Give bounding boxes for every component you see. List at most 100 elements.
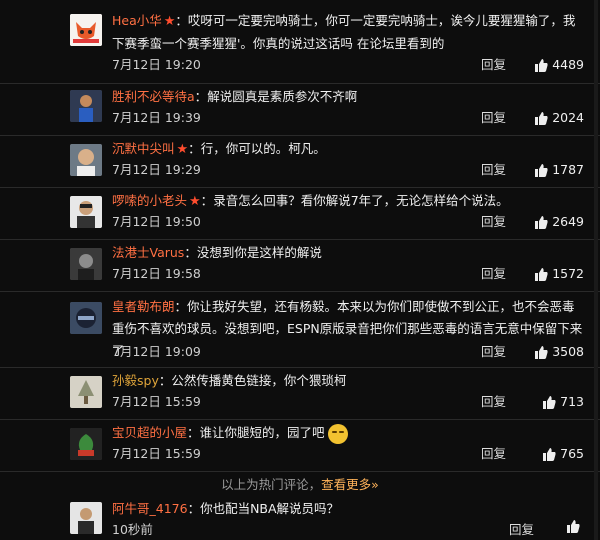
username-link[interactable]: 啰嗦的小老头 (112, 193, 187, 208)
comment-item: 宝贝超的小屋：谁让你腿短的，园了吧 7月12日 15:59 回复 765 (0, 420, 600, 472)
comment-meta: 7月12日 19:09 回复 3508 (112, 342, 584, 362)
comment-content: 胜利不必等待a：解说圆真是素质参次不齐啊 (112, 89, 358, 104)
comment-content: 法港士Varus：没想到你是这样的解说 (112, 245, 322, 260)
comment-meta: 7月12日 19:58 回复 1572 (112, 264, 584, 284)
comment-meta: 7月12日 19:50 回复 2649 (112, 212, 584, 232)
comment-item: 法港士Varus：没想到你是这样的解说 7月12日 19:58 回复 1572 (0, 240, 600, 292)
dark-avatar-icon[interactable] (70, 248, 102, 280)
comment-meta: 7月12日 15:59 回复 765 (112, 444, 584, 464)
like-button[interactable]: 1572 (535, 264, 584, 284)
like-count: 4489 (552, 57, 584, 72)
comment-text: 没想到你是这样的解说 (196, 245, 322, 260)
like-button[interactable]: 765 (543, 444, 584, 464)
comment-text: 谁让你腿短的，园了吧 (199, 425, 325, 440)
thumbs-up-icon (543, 395, 556, 409)
username-link[interactable]: 宝贝超的小屋 (112, 425, 187, 440)
username-link[interactable]: 沉默中尖叫 (112, 141, 175, 156)
reply-button[interactable]: 回复 (481, 55, 506, 75)
reply-button[interactable]: 回复 (481, 212, 506, 232)
comment-item: 孙毅spy：公然传播黄色链接，你个猥琐柯 7月12日 15:59 回复 713 (0, 368, 600, 420)
view-more-link[interactable]: 查看更多» (321, 477, 379, 492)
more-bar-prefix: 以上为热门评论， (221, 477, 322, 492)
like-button[interactable]: 2024 (535, 108, 584, 128)
timestamp: 10秒前 (112, 522, 153, 537)
thumbs-up-icon (535, 58, 548, 72)
like-button[interactable] (567, 520, 584, 533)
thumbs-up-icon (535, 163, 548, 177)
comment-content: 啰嗦的小老头 ★：录音怎么回事？看你解说7年了，无论怎样给个说法。 (112, 193, 509, 209)
man-avatar-icon[interactable] (70, 196, 102, 228)
comment-content: 沉默中尖叫 ★：行，你可以的。柯凡。 (112, 141, 326, 157)
comment-text: 公然传播黄色链接，你个猥琐柯 (171, 373, 347, 388)
helmet-avatar-icon[interactable] (70, 302, 102, 334)
fox-avatar-icon[interactable] (70, 14, 102, 46)
timestamp: 7月12日 19:20 (112, 57, 201, 72)
timestamp: 7月12日 19:58 (112, 266, 201, 281)
thumbs-up-icon (535, 267, 548, 281)
reply-button[interactable]: 回复 (481, 444, 506, 464)
thumbs-up-icon (535, 345, 548, 359)
like-count: 765 (560, 446, 584, 461)
username-link[interactable]: Hea小华 (112, 13, 162, 28)
reply-button[interactable]: 回复 (481, 342, 506, 362)
scrollbar[interactable] (594, 0, 598, 540)
comment-item: 啰嗦的小老头 ★：录音怎么回事？看你解说7年了，无论怎样给个说法。 7月12日 1… (0, 188, 600, 240)
comment-meta: 7月12日 19:39 回复 2024 (112, 108, 584, 128)
comment-content: 宝贝超的小屋：谁让你腿短的，园了吧 (112, 422, 584, 444)
like-button[interactable]: 713 (543, 392, 584, 412)
tree-avatar-icon[interactable] (70, 376, 102, 408)
timestamp: 7月12日 15:59 (112, 394, 201, 409)
username-link[interactable]: 孙毅spy (112, 373, 159, 388)
face-avatar-icon[interactable] (70, 144, 102, 176)
username-link[interactable]: 法港士Varus (112, 245, 184, 260)
reply-button[interactable]: 回复 (509, 520, 534, 540)
like-count: 1572 (552, 266, 584, 281)
timestamp: 7月12日 15:59 (112, 446, 201, 461)
username-link[interactable]: 胜利不必等待a (112, 89, 195, 104)
reply-button[interactable]: 回复 (481, 392, 506, 412)
comment-text: 行，你可以的。柯凡。 (200, 141, 326, 156)
like-count: 713 (560, 394, 584, 409)
comment-item: 沉默中尖叫 ★：行，你可以的。柯凡。 7月12日 19:29 回复 1787 (0, 136, 600, 188)
star-icon: ★ (176, 142, 189, 157)
comment-text: 解说圆真是素质参次不齐啊 (207, 89, 358, 104)
comment-item: 阿牛哥_4176：你也配当NBA解说员吗？ 10秒前 回复 (0, 496, 600, 540)
like-count: 2649 (552, 214, 584, 229)
comment-content: 孙毅spy：公然传播黄色链接，你个猥琐柯 (112, 373, 347, 388)
like-button[interactable]: 1787 (535, 160, 584, 180)
thumbs-up-icon (535, 111, 548, 125)
thumbs-up-icon (543, 447, 556, 461)
comment-meta: 10秒前 回复 (112, 520, 584, 540)
comment-content: Hea小华 ★：哎呀可一定要完呐骑士，你可一定要完呐骑士，诶今儿要猩猩输了，我下赛… (112, 13, 576, 51)
comment-item: 皇者勒布朗：你让我好失望，还有杨毅。本来以为你们即使做不到公正，也不会恶毒重伤不… (0, 292, 600, 368)
comment-text: 录音怎么回事？看你解说7年了，无论怎样给个说法。 (213, 193, 509, 208)
comment-meta: 7月12日 15:59 回复 713 (112, 392, 584, 412)
comment-content: 阿牛哥_4176：你也配当NBA解说员吗？ (112, 501, 340, 516)
person-avatar-icon[interactable] (70, 502, 102, 534)
comment-item: Hea小华 ★：哎呀可一定要完呐骑士，你可一定要完呐骑士，诶今儿要猩猩输了，我下赛… (0, 0, 600, 84)
like-count: 2024 (552, 110, 584, 125)
star-icon: ★ (189, 194, 201, 209)
username-link[interactable]: 阿牛哥_4176 (112, 501, 188, 516)
comment-meta: 7月12日 19:29 回复 1787 (112, 160, 584, 180)
comment-text: 你也配当NBA解说员吗？ (200, 501, 340, 516)
like-count: 3508 (552, 344, 584, 359)
reply-button[interactable]: 回复 (481, 160, 506, 180)
like-button[interactable]: 4489 (535, 55, 584, 75)
comment-item: 胜利不必等待a：解说圆真是素质参次不齐啊 7月12日 19:39 回复 2024 (0, 84, 600, 136)
like-button[interactable]: 2649 (535, 212, 584, 232)
hot-comments-more-bar: 以上为热门评论，查看更多» (0, 474, 600, 496)
reply-button[interactable]: 回复 (481, 108, 506, 128)
like-count: 1787 (552, 162, 584, 177)
reply-button[interactable]: 回复 (481, 264, 506, 284)
username-link[interactable]: 皇者勒布朗 (112, 299, 175, 314)
player-avatar-icon[interactable] (70, 90, 102, 122)
plant-avatar-icon[interactable] (70, 428, 102, 460)
thumbs-up-icon (567, 520, 580, 533)
timestamp: 7月12日 19:39 (112, 110, 201, 125)
star-icon: ★ (163, 14, 176, 29)
thumbs-up-icon (535, 215, 548, 229)
like-button[interactable]: 3508 (535, 342, 584, 362)
comment-feed: Hea小华 ★：哎呀可一定要完呐骑士，你可一定要完呐骑士，诶今儿要猩猩输了，我下赛… (0, 0, 600, 540)
timestamp: 7月12日 19:50 (112, 214, 201, 229)
